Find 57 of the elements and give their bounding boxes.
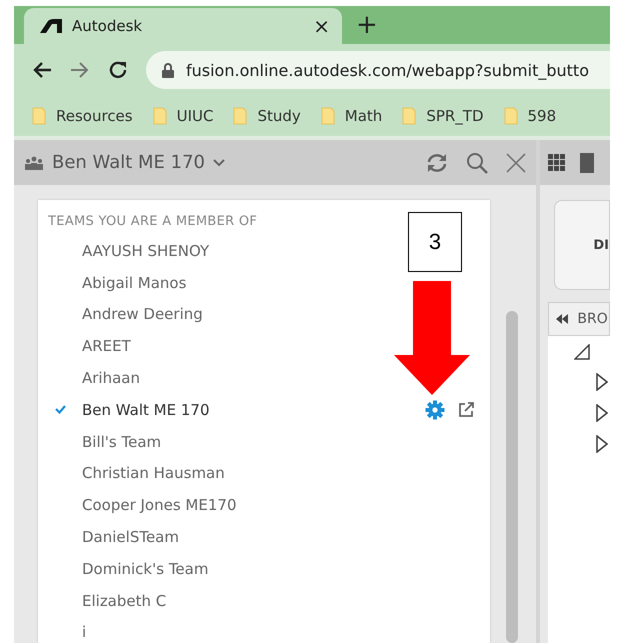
expand-arrow-icon[interactable] [596, 404, 608, 422]
grid-icon[interactable] [548, 154, 566, 172]
back-icon[interactable] [32, 61, 52, 79]
team-item[interactable]: AAYUSH SHENOY [82, 242, 210, 260]
team-icon [24, 156, 44, 170]
team-item[interactable]: Andrew Deering [82, 305, 203, 324]
team-item[interactable]: AREET [82, 337, 131, 356]
team-item[interactable]: Bill's Team [82, 432, 162, 451]
address-bar[interactable]: fusion.online.autodesk.com/webapp?submit_butto [146, 51, 610, 89]
folder-icon [32, 107, 46, 125]
reload-icon[interactable] [108, 60, 128, 80]
down-arrow-icon [394, 281, 470, 395]
search-icon[interactable] [466, 152, 488, 174]
team-item[interactable]: Ben Walt ME 170 [82, 400, 210, 419]
team-item[interactable]: Elizabeth C [82, 592, 166, 610]
bookmark-link[interactable]: UIUC [176, 107, 214, 125]
design-button[interactable]: DI [554, 200, 610, 290]
bookmark-link[interactable]: Math [344, 107, 382, 125]
url-text: fusion.online.autodesk.com/webapp?submit_butto [186, 60, 589, 80]
folder-icon [320, 107, 335, 125]
team-item[interactable]: Abigail Manos [82, 274, 186, 292]
browser-tab[interactable]: Autodesk × [24, 8, 342, 44]
expand-arrow-icon[interactable] [596, 435, 608, 453]
folder-icon [402, 107, 416, 125]
forward-icon[interactable] [70, 61, 90, 79]
new-tab-button[interactable]: + [356, 10, 378, 40]
team-item[interactable]: DanielSTeam [82, 528, 179, 546]
collapse-icon[interactable] [555, 314, 570, 324]
refresh-icon[interactable] [426, 152, 448, 172]
bookmark-link[interactable]: SPR_TD [426, 107, 484, 125]
folder-icon [504, 107, 518, 125]
tab-title: Autodesk [72, 17, 144, 35]
team-selector[interactable]: Ben Walt ME 170 [52, 152, 205, 173]
folder-icon [152, 107, 167, 125]
team-item[interactable]: Arihaan [82, 369, 140, 388]
chevron-down-icon[interactable] [213, 158, 225, 166]
scrollbar[interactable] [506, 311, 518, 643]
team-item[interactable]: i [82, 623, 86, 642]
team-item[interactable]: Dominick's Team [82, 560, 208, 578]
external-link-icon[interactable] [459, 402, 474, 418]
bookmark-link[interactable]: 598 [528, 107, 556, 125]
folder-icon [233, 107, 248, 125]
close-icon[interactable] [506, 152, 526, 172]
close-tab-button[interactable]: × [313, 14, 330, 38]
file-icon[interactable] [580, 152, 594, 172]
corner-triangle-icon [574, 344, 590, 360]
autodesk-logo-icon [40, 19, 62, 33]
team-item[interactable]: Christian Hausman [82, 464, 225, 482]
gear-icon[interactable] [425, 400, 445, 420]
step-number-label: 3 [408, 212, 462, 272]
bookmark-link[interactable]: Resources [56, 107, 133, 125]
team-item[interactable]: Cooper Jones ME170 [82, 496, 236, 514]
expand-arrow-icon[interactable] [596, 373, 608, 391]
bookmark-link[interactable]: Study [257, 107, 301, 125]
dropdown-heading: TEAMS YOU ARE A MEMBER OF [47, 213, 258, 231]
lock-icon [162, 62, 174, 78]
browser-title: BRO [577, 311, 608, 327]
